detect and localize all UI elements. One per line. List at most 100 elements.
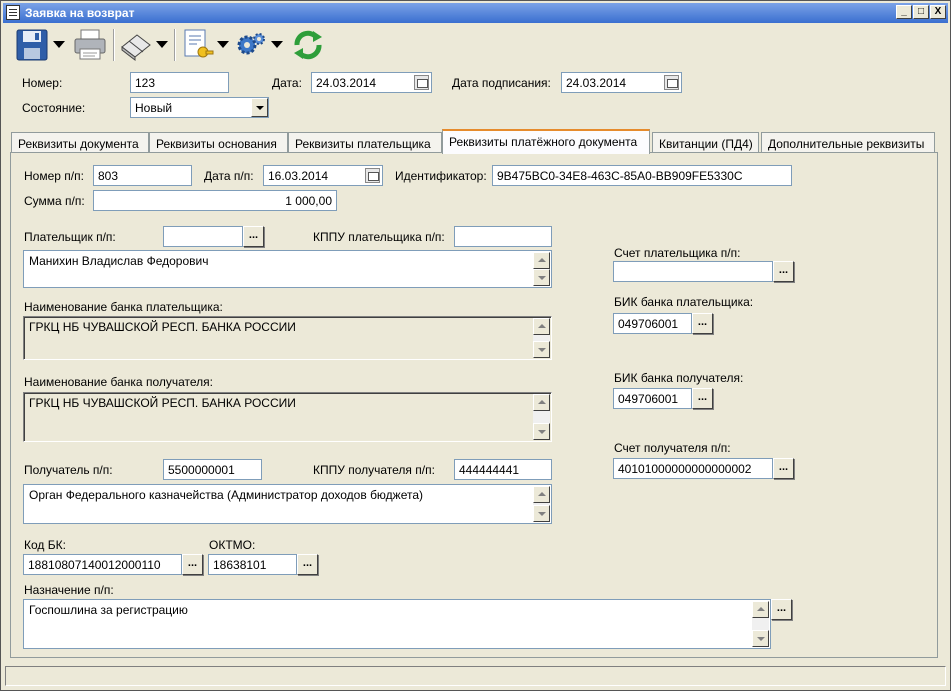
payer-field[interactable] xyxy=(163,226,243,247)
app-window: Заявка на возврат _ □ X Номер: 123 Дата:… xyxy=(0,0,951,691)
state-label: Состояние: xyxy=(22,101,86,115)
settings-gears-icon[interactable] xyxy=(235,27,269,63)
tab-panel: Номер п/п: 803 Дата п/п: 16.03.2014 Иден… xyxy=(10,152,938,658)
tab-strip: Реквизиты документа Реквизиты основания … xyxy=(9,129,939,154)
sum-label: Сумма п/п: xyxy=(24,194,85,208)
purpose-text: Госпошлина за регистрацию xyxy=(29,603,188,617)
document-key-icon[interactable] xyxy=(181,27,215,63)
date-field[interactable]: 24.03.2014 xyxy=(311,72,432,93)
pp-date-field[interactable]: 16.03.2014 xyxy=(263,165,383,186)
payer-bank-label: Наименование банка плательщика: xyxy=(24,300,223,314)
tab-basis-details[interactable]: Реквизиты основания xyxy=(149,132,288,153)
tab-receipts-pd4[interactable]: Квитанции (ПД4) xyxy=(652,132,759,153)
payer-bik-lookup-button[interactable]: ... xyxy=(692,313,713,334)
receiver-bank-label: Наименование банка получателя: xyxy=(24,375,213,389)
title-bar: Заявка на возврат _ □ X xyxy=(3,3,948,23)
calendar-icon[interactable] xyxy=(664,75,679,90)
payer-name-text: Манихин Владислав Федорович xyxy=(29,254,209,268)
minimize-button[interactable]: _ xyxy=(896,5,912,19)
pp-date-value: 16.03.2014 xyxy=(268,169,329,183)
scroll-down-icon[interactable] xyxy=(752,630,769,647)
scroll-up-icon[interactable] xyxy=(752,601,769,618)
sign-date-field[interactable]: 24.03.2014 xyxy=(561,72,682,93)
kbk-field[interactable]: 18810807140012000110 xyxy=(23,554,182,575)
oktmo-lookup-button[interactable]: ... xyxy=(297,554,318,575)
tab-additional-details[interactable]: Дополнительные реквизиты xyxy=(761,132,935,153)
date-value: 24.03.2014 xyxy=(316,76,377,90)
tab-payment-document-details[interactable]: Реквизиты платёжного документа xyxy=(442,129,650,154)
tab-payer-details[interactable]: Реквизиты плательщика xyxy=(288,132,442,153)
scroll-down-icon[interactable] xyxy=(533,269,550,286)
refresh-icon[interactable] xyxy=(291,27,325,63)
receiver-name-text: Орган Федерального казначейства (Админис… xyxy=(29,488,424,502)
scrollbar[interactable] xyxy=(533,252,550,286)
receiver-account-label: Счет получателя п/п: xyxy=(614,441,731,455)
payer-name-memo[interactable]: Манихин Владислав Федорович xyxy=(23,250,552,288)
purpose-memo[interactable]: Госпошлина за регистрацию xyxy=(23,599,771,649)
scroll-up-icon[interactable] xyxy=(533,394,550,411)
receiver-bank-text: ГРКЦ НБ ЧУВАШСКОЙ РЕСП. БАНКА РОССИИ xyxy=(29,396,296,410)
receiver-account-lookup-button[interactable]: ... xyxy=(773,458,794,479)
receiver-field[interactable]: 5500000001 xyxy=(163,459,262,480)
payer-account-lookup-button[interactable]: ... xyxy=(773,261,794,282)
payer-kppu-field[interactable] xyxy=(454,226,552,247)
status-bar xyxy=(5,666,946,686)
scroll-down-icon[interactable] xyxy=(533,341,550,358)
eraser-dropdown-arrow-icon[interactable] xyxy=(156,41,168,48)
document-dropdown-arrow-icon[interactable] xyxy=(217,41,229,48)
scroll-down-icon[interactable] xyxy=(533,505,550,522)
scroll-up-icon[interactable] xyxy=(533,486,550,503)
state-value: Новый xyxy=(135,101,173,115)
payer-account-label: Счет плательщика п/п: xyxy=(614,246,741,260)
number-label: Номер: xyxy=(22,76,63,90)
toolbar-separator xyxy=(113,29,115,61)
sum-field[interactable]: 1 000,00 xyxy=(93,190,337,211)
payer-bik-field[interactable]: 049706001 xyxy=(613,313,692,334)
identifier-field[interactable]: 9B475BC0-34E8-463C-85A0-BB909FE5330C xyxy=(492,165,792,186)
receiver-name-memo[interactable]: Орган Федерального казначейства (Админис… xyxy=(23,484,552,524)
purpose-lookup-button[interactable]: ... xyxy=(771,599,792,620)
date-label: Дата: xyxy=(272,76,302,90)
state-select[interactable]: Новый xyxy=(130,97,269,118)
payer-bik-label: БИК банка плательщика: xyxy=(614,295,754,309)
window-title: Заявка на возврат xyxy=(25,6,135,20)
payer-label: Плательщик п/п: xyxy=(24,230,116,244)
close-button[interactable]: X xyxy=(930,5,946,19)
scrollbar[interactable] xyxy=(533,394,550,440)
receiver-bank-memo[interactable]: ГРКЦ НБ ЧУВАШСКОЙ РЕСП. БАНКА РОССИИ xyxy=(23,392,552,442)
receiver-account-field[interactable]: 40101000000000000002 xyxy=(613,458,773,479)
receiver-bik-lookup-button[interactable]: ... xyxy=(692,388,713,409)
pp-number-label: Номер п/п: xyxy=(24,169,84,183)
scrollbar[interactable] xyxy=(752,601,769,647)
payer-lookup-button[interactable]: ... xyxy=(243,226,264,247)
scroll-down-icon[interactable] xyxy=(533,423,550,440)
purpose-label: Назначение п/п: xyxy=(24,583,114,597)
calendar-icon[interactable] xyxy=(414,75,429,90)
scroll-up-icon[interactable] xyxy=(533,252,550,269)
sign-date-label: Дата подписания: xyxy=(452,76,551,90)
scrollbar[interactable] xyxy=(533,318,550,358)
number-field[interactable]: 123 xyxy=(130,72,229,93)
tab-document-details[interactable]: Реквизиты документа xyxy=(11,132,149,153)
scrollbar[interactable] xyxy=(533,486,550,522)
receiver-bik-field[interactable]: 049706001 xyxy=(613,388,692,409)
payer-kppu-label: КППУ плательщика п/п: xyxy=(313,230,445,244)
scroll-up-icon[interactable] xyxy=(533,318,550,335)
receiver-kppu-field[interactable]: 444444441 xyxy=(454,459,552,480)
toolbar xyxy=(9,25,339,65)
print-icon[interactable] xyxy=(73,27,107,63)
payer-bank-memo[interactable]: ГРКЦ НБ ЧУВАШСКОЙ РЕСП. БАНКА РОССИИ xyxy=(23,316,552,360)
save-dropdown-arrow-icon[interactable] xyxy=(53,41,65,48)
calendar-icon[interactable] xyxy=(365,168,380,183)
maximize-button[interactable]: □ xyxy=(913,5,929,19)
receiver-kppu-label: КППУ получателя п/п: xyxy=(313,463,435,477)
eraser-icon[interactable] xyxy=(119,27,153,63)
settings-dropdown-arrow-icon[interactable] xyxy=(271,41,283,48)
save-icon[interactable] xyxy=(15,27,49,63)
kbk-lookup-button[interactable]: ... xyxy=(182,554,203,575)
oktmo-field[interactable]: 18638101 xyxy=(208,554,297,575)
pp-number-field[interactable]: 803 xyxy=(93,165,192,186)
identifier-label: Идентификатор: xyxy=(395,169,487,183)
chevron-down-icon[interactable] xyxy=(251,98,268,117)
payer-account-field[interactable] xyxy=(613,261,773,282)
